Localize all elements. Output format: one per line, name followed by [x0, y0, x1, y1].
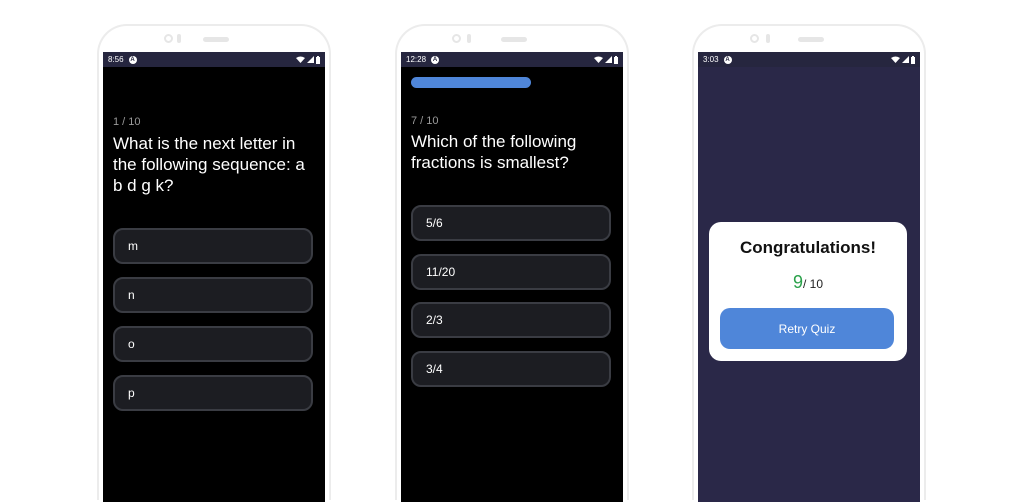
battery-icon	[316, 55, 320, 64]
wifi-icon	[891, 56, 900, 63]
counter-total: 10	[426, 115, 439, 127]
score-total: 10	[809, 277, 824, 291]
answer-option[interactable]: 3/4	[411, 351, 611, 387]
counter-total: 10	[128, 116, 141, 128]
quiz-content: 7 / 10 Which of the following fractions …	[401, 67, 623, 502]
answer-option[interactable]: 2/3	[411, 302, 611, 338]
signal-icon	[605, 56, 612, 63]
answer-option[interactable]: 11/20	[411, 254, 611, 290]
phone-quiz-result: 3:03 A Congratulations! 9/ 10 Retry Quiz	[692, 24, 926, 502]
proximity-sensor	[177, 34, 181, 43]
app-badge-icon: A	[431, 55, 440, 64]
screen: 8:56 A 1 / 10 What is the next letter in…	[103, 52, 325, 502]
answer-option[interactable]: o	[113, 326, 313, 362]
score-display: 9/ 10	[792, 272, 824, 292]
front-camera	[452, 34, 461, 43]
status-bar: 8:56 A	[103, 52, 325, 67]
phone-quiz-question-1: 8:56 A 1 / 10 What is the next letter in…	[97, 24, 331, 502]
status-icons	[891, 55, 915, 64]
status-icons	[296, 55, 320, 64]
status-bar: 12:28 A	[401, 52, 623, 67]
wifi-icon	[296, 56, 305, 63]
battery-icon	[911, 55, 915, 64]
result-dialog: Congratulations! 9/ 10 Retry Quiz	[709, 222, 907, 361]
question-counter: 7 / 10	[411, 115, 439, 127]
proximity-sensor	[467, 34, 471, 43]
question-text: What is the next letter in the following…	[113, 134, 305, 195]
signal-icon	[902, 56, 909, 63]
status-time: 12:28	[406, 55, 427, 64]
counter-current: 1	[113, 116, 120, 128]
dialog-title: Congratulations!	[740, 238, 876, 257]
screen: 3:03 A Congratulations! 9/ 10 Retry Quiz	[698, 52, 920, 502]
question-counter: 1 / 10	[113, 116, 141, 128]
question-text: Which of the following fractions is smal…	[411, 132, 577, 172]
status-icons	[594, 55, 618, 64]
phone-quiz-question-7: 12:28 A 7 / 10 Which of the following fr…	[395, 24, 629, 502]
wifi-icon	[594, 56, 603, 63]
front-camera	[750, 34, 759, 43]
earpiece-speaker	[203, 37, 229, 42]
progress-bar	[411, 77, 531, 88]
answer-option[interactable]: m	[113, 228, 313, 264]
result-content: Congratulations! 9/ 10 Retry Quiz	[698, 67, 920, 502]
status-bar: 3:03 A	[698, 52, 920, 67]
screen: 12:28 A 7 / 10 Which of the following fr…	[401, 52, 623, 502]
signal-icon	[307, 56, 314, 63]
quiz-content: 1 / 10 What is the next letter in the fo…	[103, 67, 325, 502]
earpiece-speaker	[501, 37, 527, 42]
counter-current: 7	[411, 115, 418, 127]
front-camera	[164, 34, 173, 43]
status-time: 8:56	[108, 55, 124, 64]
app-badge-icon: A	[128, 55, 137, 64]
proximity-sensor	[766, 34, 770, 43]
app-badge-icon: A	[723, 55, 732, 64]
answer-option[interactable]: p	[113, 375, 313, 411]
retry-quiz-button[interactable]: Retry Quiz	[720, 308, 894, 349]
answer-option[interactable]: n	[113, 277, 313, 313]
earpiece-speaker	[798, 37, 824, 42]
battery-icon	[614, 55, 618, 64]
status-time: 3:03	[703, 55, 719, 64]
answer-option[interactable]: 5/6	[411, 205, 611, 241]
score-value: 9	[792, 272, 803, 292]
